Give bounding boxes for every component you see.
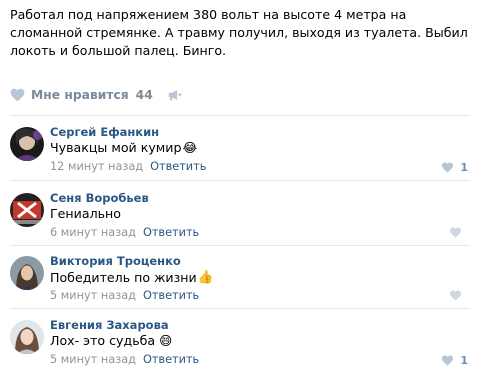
comment-text: Лох- это судьба 😄 (50, 333, 172, 348)
avatar[interactable] (10, 127, 44, 161)
smiling-emoji-icon: 😄 (159, 333, 173, 348)
comment-item: Евгения Захарова Лох- это судьба 😄 5 мин… (10, 318, 476, 374)
comment-like-count: 1 (460, 354, 468, 367)
post-text: Работал под напряжением 380 вольт на выс… (10, 7, 468, 58)
divider (10, 245, 470, 246)
divider (10, 115, 470, 116)
comment-time[interactable]: 6 минут назад (50, 226, 136, 239)
heart-icon (442, 355, 454, 366)
comment-text: Чувакцы мой кумир 😂 (50, 140, 197, 155)
comment-meta: 5 минут назад Ответить (50, 289, 199, 302)
avatar[interactable] (10, 193, 44, 227)
comment-time[interactable]: 5 минут назад (50, 353, 136, 366)
avatar[interactable] (10, 256, 44, 290)
comment-author[interactable]: Виктория Троценко (50, 254, 181, 268)
heart-icon (442, 162, 454, 173)
reply-button[interactable]: Ответить (143, 353, 199, 366)
like-count[interactable]: 44 (136, 88, 153, 102)
avatar[interactable] (10, 320, 44, 354)
divider (10, 180, 470, 181)
comment-meta: 5 минут назад Ответить (50, 353, 199, 366)
like-button[interactable]: Мне нравится (31, 88, 129, 102)
comment-meta: 12 минут назад Ответить (50, 160, 206, 173)
like-bar: Мне нравится 44 (10, 87, 182, 103)
comment-like-count: 1 (460, 161, 468, 174)
comment-like-button[interactable]: 1 (441, 161, 468, 174)
comment-text-body: Лох- это судьба (50, 333, 156, 348)
divider (10, 308, 470, 309)
megaphone-icon[interactable] (168, 89, 182, 101)
reply-button[interactable]: Ответить (150, 160, 206, 173)
comment-text: Победитель по жизни 👍 (50, 269, 213, 285)
comment-author[interactable]: Евгения Захарова (50, 318, 169, 332)
comment-text-body: Чувакцы мой кумир (50, 140, 182, 155)
comment-time[interactable]: 12 минут назад (50, 160, 143, 173)
reply-button[interactable]: Ответить (143, 226, 199, 239)
comment-like-button[interactable] (449, 290, 468, 301)
laughing-emoji-icon: 😂 (182, 140, 198, 155)
heart-icon[interactable] (10, 88, 25, 102)
comment-text-body: Гениально (50, 206, 121, 221)
comment-time[interactable]: 5 минут назад (50, 289, 136, 302)
comment-like-button[interactable]: 1 (441, 354, 468, 367)
heart-icon (450, 290, 461, 301)
comment-meta: 6 минут назад Ответить (50, 226, 199, 239)
comment-text-body: Победитель по жизни (50, 269, 197, 285)
thumbs-up-emoji-icon: 👍 (197, 269, 214, 284)
comment-like-button[interactable] (449, 227, 468, 238)
comment-author[interactable]: Сеня Воробьев (50, 191, 149, 205)
heart-icon (450, 227, 461, 238)
comment-author[interactable]: Сергей Ефанкин (50, 125, 159, 139)
reply-button[interactable]: Ответить (143, 289, 199, 302)
comment-text: Гениально (50, 206, 121, 221)
